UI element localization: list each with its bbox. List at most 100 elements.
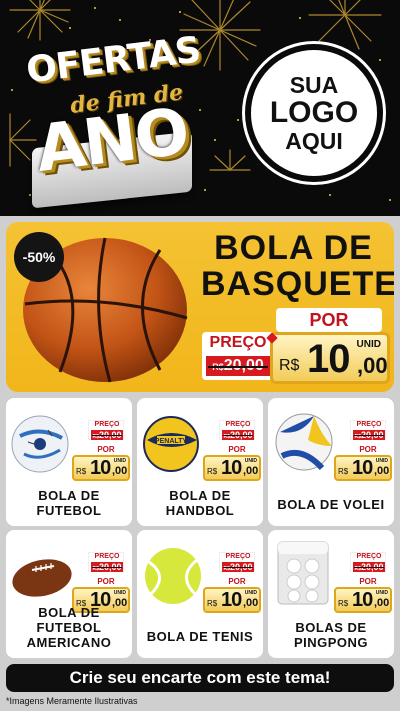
old-price-box: PREÇO R$20,00 <box>219 552 255 572</box>
currency: R$ <box>338 467 349 476</box>
unit-label: UNID <box>113 590 126 596</box>
product-name: BOLA DE FUTEBOL <box>8 488 130 518</box>
product-name: BOLA DE VOLEI <box>270 497 392 512</box>
american-football-icon <box>12 559 72 597</box>
old-price-value: 20,00 <box>229 430 253 440</box>
logo-line-1: SUA <box>289 72 339 99</box>
product-name-line1: BOLAS DE <box>295 620 367 635</box>
price-cents: ,00 <box>243 597 259 609</box>
featured-old-currency: R$ <box>212 362 224 372</box>
por-label: POR <box>88 576 124 587</box>
product-name-line1: BOLA DE FUTEBOL <box>36 605 102 635</box>
featured-title-line2: BASQUETE <box>201 265 394 303</box>
unit-label: UNID <box>375 458 388 464</box>
discount-badge: -50% <box>14 232 64 282</box>
price-cents: ,00 <box>243 465 259 477</box>
old-price-value: 20,00 <box>98 430 122 440</box>
old-price: R$20,00 <box>222 562 254 572</box>
old-price: R$20,00 <box>353 430 385 440</box>
preco-label: PREÇO <box>94 421 120 428</box>
price-int: 10 <box>352 589 373 611</box>
old-price: R$20,00 <box>353 562 385 572</box>
price-tag: R$ 10 ,00 UNID <box>72 455 130 481</box>
price-tag: R$ 10 ,00 UNID <box>203 587 261 613</box>
preco-label: PREÇO <box>225 553 251 560</box>
price-int: 10 <box>90 457 111 479</box>
old-price-box: PREÇO R$20,00 <box>350 420 386 440</box>
unit-label: UNID <box>244 458 257 464</box>
featured-product-card[interactable]: -50% BOLA DE BASQUETE POR PREÇO R$20,00 … <box>6 222 394 392</box>
product-name: BOLA DE FUTEBOL AMERICANO <box>8 605 130 650</box>
preco-label: PREÇO <box>356 421 382 428</box>
soccer-ball-icon <box>11 415 69 473</box>
price-int: 10 <box>221 589 242 611</box>
old-price-value: 20,00 <box>229 562 253 572</box>
featured-old-price: R$20,00 <box>206 356 270 376</box>
currency: R$ <box>207 599 218 608</box>
price-block: PREÇO R$20,00 POR R$ 10 ,00 UNID <box>334 552 392 618</box>
product-name-line1: BOLA DE <box>38 488 100 503</box>
product-name-line2: FUTEBOL <box>36 503 102 518</box>
old-price-value: 20,00 <box>360 430 384 440</box>
price-block: PREÇO R$20,00 POR R$ 10 ,00 UNID <box>334 420 392 486</box>
pingpong-balls-pack-icon <box>277 541 329 605</box>
price-int: 10 <box>352 457 373 479</box>
create-flyer-cta[interactable]: Crie seu encarte com este tema! <box>6 664 394 692</box>
volleyball-icon <box>275 413 333 471</box>
preco-label: PREÇO <box>94 553 120 560</box>
featured-old-price-box: PREÇO R$20,00 <box>202 332 274 380</box>
price-tag: R$ 10 ,00 UNID <box>334 455 392 481</box>
old-price-box: PREÇO R$20,00 <box>88 420 124 440</box>
featured-price-tag: R$ 10 ,00 UNID <box>270 332 390 384</box>
unit-label: UNID <box>113 458 126 464</box>
featured-unit: UNID <box>356 339 381 350</box>
currency: R$ <box>338 599 349 608</box>
product-card-soccer[interactable]: PREÇO R$20,00 POR R$ 10 ,00 UNID BOLA DE… <box>6 398 132 526</box>
price-int: 10 <box>221 457 242 479</box>
old-price: R$20,00 <box>91 430 123 440</box>
tennis-ball-icon <box>145 548 201 604</box>
year-end-offers-title: OFERTAS de fim de ANO <box>22 30 212 209</box>
old-price-box: PREÇO R$20,00 <box>219 420 255 440</box>
featured-title: BOLA DE BASQUETE <box>201 229 394 303</box>
old-price-box: PREÇO R$20,00 <box>88 552 124 572</box>
product-name-line2: HANDBOL <box>165 503 235 518</box>
price-block: PREÇO R$20,00 POR R$ 10 ,00 UNID <box>203 420 261 486</box>
price-cents: ,00 <box>374 465 390 477</box>
product-card-handball[interactable]: PENALTY PREÇO R$20,00 POR R$ 10 ,00 UNID… <box>137 398 263 526</box>
price-block: PREÇO R$20,00 POR R$ 10 ,00 UNID <box>72 420 130 486</box>
old-price-value: 20,00 <box>360 562 384 572</box>
featured-title-line1: BOLA DE <box>214 229 373 267</box>
por-label: POR <box>88 444 124 455</box>
featured-por-label: POR <box>276 308 382 332</box>
unit-label: UNID <box>375 590 388 596</box>
product-card-volleyball[interactable]: PREÇO R$20,00 POR R$ 10 ,00 UNID BOLA DE… <box>268 398 394 526</box>
price-tag: R$ 10 ,00 UNID <box>203 455 261 481</box>
svg-text:PENALTY: PENALTY <box>155 438 187 445</box>
product-name: BOLA DE HANDBOL <box>139 488 261 518</box>
handball-icon: PENALTY <box>143 416 199 472</box>
logo-placeholder: SUA LOGO AQUI <box>245 44 383 182</box>
price-cents: ,00 <box>374 597 390 609</box>
header-banner: OFERTAS de fim de ANO SUA LOGO AQUI <box>0 0 400 216</box>
preco-label: PREÇO <box>356 553 382 560</box>
product-name-line1: BOLA DE VOLEI <box>277 497 385 512</box>
product-card-pingpong[interactable]: PREÇO R$20,00 POR R$ 10 ,00 UNID BOLAS D… <box>268 530 394 658</box>
old-price-value: 20,00 <box>98 562 122 572</box>
por-label: POR <box>219 576 255 587</box>
logo-line-2: LOGO <box>269 96 359 130</box>
featured-preco-label: PREÇO <box>209 334 267 351</box>
price-tag: R$ 10 ,00 UNID <box>334 587 392 613</box>
old-price: R$20,00 <box>222 430 254 440</box>
product-card-tennis[interactable]: PREÇO R$20,00 POR R$ 10 ,00 UNID BOLA DE… <box>137 530 263 658</box>
logo-line-3: AQUI <box>285 127 343 154</box>
product-name-line2: PINGPONG <box>293 635 369 650</box>
old-price: R$20,00 <box>91 562 123 572</box>
por-label: POR <box>350 444 386 455</box>
featured-currency: R$ <box>279 357 300 374</box>
price-cents: ,00 <box>112 465 128 477</box>
product-name: BOLA DE TENIS <box>139 629 261 644</box>
featured-old-price-value: 20,00 <box>223 357 264 374</box>
old-price-box: PREÇO R$20,00 <box>350 552 386 572</box>
product-card-american-football[interactable]: PREÇO R$20,00 POR R$ 10 ,00 UNID BOLA DE… <box>6 530 132 658</box>
